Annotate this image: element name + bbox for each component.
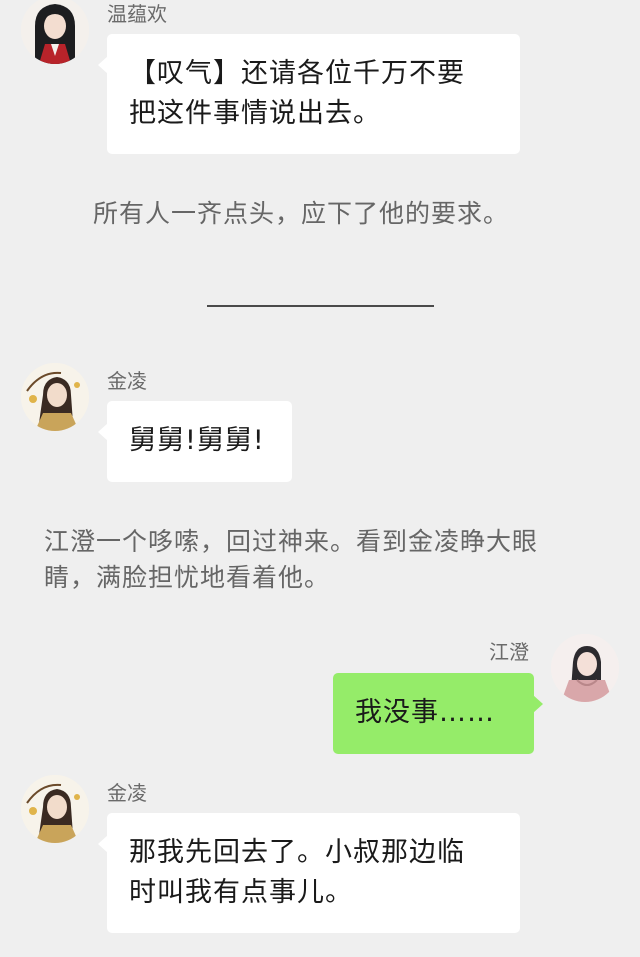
golden-robed-character-avatar-icon — [21, 363, 89, 431]
narration-line: 江澄一个哆嗦，回过神来。看到金凌睁大眼 — [44, 527, 539, 556]
sender-name: 温蕴欢 — [107, 2, 167, 26]
narration-text: 江澄一个哆嗦，回过神来。看到金凌睁大眼 睛，满脸担忧地看着他。 — [44, 524, 538, 596]
sender-name: 金凌 — [107, 781, 147, 805]
sender-name: 金凌 — [107, 369, 147, 393]
sender-name: 江澄 — [489, 640, 529, 664]
avatar-jin-ling[interactable] — [21, 363, 89, 431]
message-text-line: 【叹气】还请各位千万不要 — [129, 58, 465, 89]
avatar-jin-ling[interactable] — [21, 775, 89, 843]
narration-line: 睛，满脸担忧地看着他。 — [44, 563, 331, 592]
scene-divider — [207, 305, 434, 307]
avatar-wen-yunhuan[interactable] — [21, 0, 89, 64]
dark-haired-character-avatar-icon — [21, 0, 89, 64]
message-bubble[interactable]: 舅舅!舅舅! — [98, 401, 292, 482]
avatar-jiang-cheng[interactable] — [551, 634, 619, 702]
message-text-line: 我没事…… — [355, 697, 495, 728]
message-bubble[interactable]: 【叹气】还请各位千万不要 把这件事情说出去。 — [98, 34, 520, 154]
message-bubble-outgoing[interactable]: 我没事…… — [333, 673, 543, 754]
golden-robed-character-avatar-icon — [21, 775, 89, 843]
message-text-line: 那我先回去了。小叔那边临 — [129, 837, 465, 868]
pink-robed-character-avatar-icon — [551, 634, 619, 702]
narration-text: 所有人一齐点头，应下了他的要求。 — [93, 196, 509, 232]
message-text-line: 把这件事情说出去。 — [129, 98, 381, 129]
message-bubble[interactable]: 那我先回去了。小叔那边临 时叫我有点事儿。 — [98, 813, 520, 933]
message-text-line: 舅舅!舅舅! — [129, 425, 265, 456]
message-text-line: 时叫我有点事儿。 — [129, 877, 353, 908]
narration-line: 所有人一齐点头，应下了他的要求。 — [93, 199, 510, 228]
